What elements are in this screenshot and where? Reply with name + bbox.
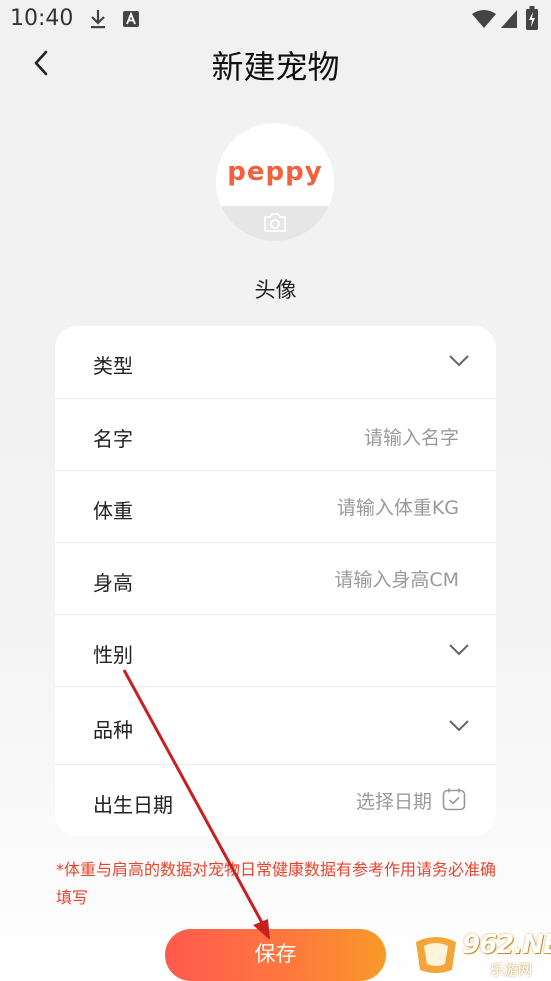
annotation-arrow [122, 669, 270, 940]
